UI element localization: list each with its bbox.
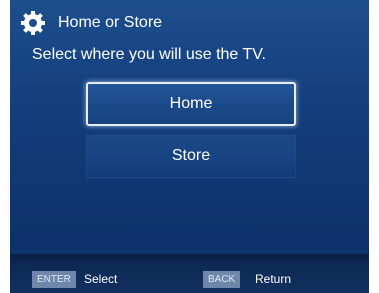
enter-key-badge: ENTER — [32, 271, 76, 288]
enter-key-label: Select — [84, 272, 118, 286]
title-row: Home or Store — [20, 8, 162, 38]
footer-bar: ENTER Select BACK Return — [10, 254, 369, 293]
gear-icon — [21, 11, 45, 35]
option-home-button[interactable]: Home — [86, 82, 296, 126]
page-title: Home or Store — [58, 14, 163, 31]
option-home-label: Home — [169, 95, 213, 112]
back-key-badge: BACK — [203, 271, 241, 288]
back-key-label: Return — [255, 272, 292, 286]
tv-screen: Home or Store Select where you will use … — [10, 0, 369, 293]
option-store-label: Store — [171, 147, 211, 164]
prompt-text: Select where you will use the TV. — [32, 46, 266, 63]
option-store-button[interactable]: Store — [86, 134, 296, 178]
